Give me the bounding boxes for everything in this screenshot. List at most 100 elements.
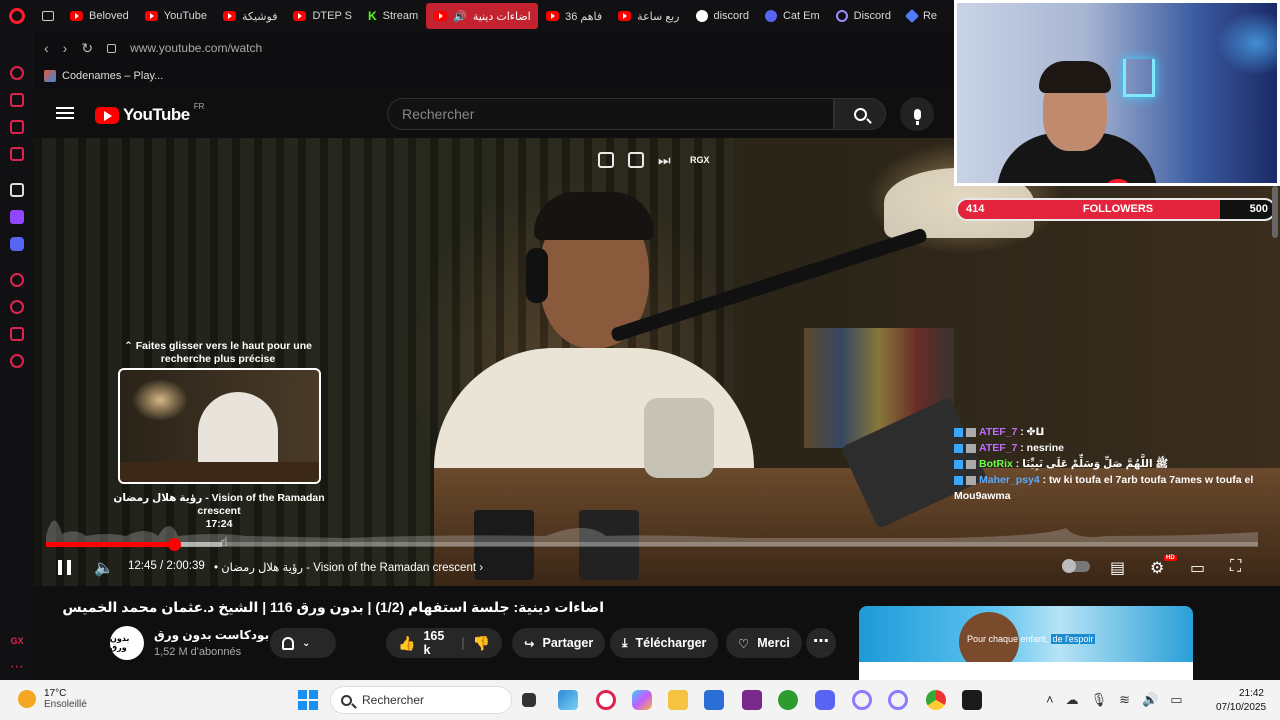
tab-workspace[interactable] <box>34 3 62 29</box>
twitch-icon[interactable] <box>10 210 24 224</box>
windows-start-icon[interactable] <box>298 690 318 710</box>
popout-icon[interactable] <box>598 152 614 168</box>
tab-dtep[interactable]: DTEP S <box>285 3 360 29</box>
followers-label: FOLLOWERS <box>1082 203 1154 215</box>
rgx-button[interactable]: RGX <box>690 155 710 165</box>
chapter-button[interactable]: • رؤية هلال رمضان - Vision of the Ramada… <box>214 560 483 574</box>
played-bar <box>46 542 175 547</box>
like-button[interactable]: 👍 165 k | 👎 <box>386 628 502 658</box>
youtube-logo[interactable]: YouTube FR <box>95 102 204 125</box>
theater-mode-icon[interactable]: ▭ <box>1190 558 1205 578</box>
tab-beloved[interactable]: Beloved <box>62 3 137 29</box>
download-button[interactable]: ⤓ Télécharger <box>610 628 719 658</box>
pause-button[interactable] <box>58 560 71 575</box>
tab-foushika[interactable]: فوشيكة <box>215 3 285 29</box>
taskbar-clock[interactable]: 21:42 07/10/2025 <box>1216 687 1266 715</box>
tab-fahem[interactable]: فاهم 36 <box>538 3 610 29</box>
reload-icon[interactable]: ↻ <box>81 40 93 57</box>
forward-icon[interactable]: › <box>63 40 68 56</box>
youtube-icon <box>70 11 83 21</box>
terminal-icon[interactable] <box>962 690 982 710</box>
taskbar-search[interactable]: Rechercher <box>330 686 512 714</box>
subscription-bell-button[interactable]: ⌄ <box>270 628 336 658</box>
back-icon[interactable]: ‹ <box>44 40 49 56</box>
cloud-icon[interactable]: ☁ <box>1066 692 1079 708</box>
video-microphone <box>644 398 714 478</box>
tab-discord-search[interactable]: discord <box>688 3 757 29</box>
opera-sidebar: GX ⋯ <box>0 32 34 680</box>
tab-active-video[interactable]: 🔊 اضاءات دينية <box>426 3 539 29</box>
discord-icon[interactable] <box>10 237 24 251</box>
channel-avatar[interactable]: بدون ورق <box>110 626 144 660</box>
page-scrollbar[interactable] <box>1272 186 1278 238</box>
gx-corner-icon[interactable] <box>10 120 24 134</box>
voice-search-button[interactable] <box>900 97 934 131</box>
tab-stream[interactable]: K Stream <box>360 3 426 29</box>
search-input[interactable]: Rechercher <box>387 98 834 130</box>
volume-icon[interactable]: 🔈 <box>94 558 114 578</box>
opera-icon <box>835 10 848 22</box>
opera-taskbar-icon[interactable] <box>888 690 908 710</box>
store-icon[interactable] <box>704 690 724 710</box>
bell-icon <box>282 636 294 650</box>
video-info: اضاءات دينية: جلسة استفهام (1/2) | بدون … <box>34 586 854 680</box>
extensions-icon[interactable] <box>10 327 24 341</box>
thanks-icon: ♡ <box>738 636 750 651</box>
chrome-icon[interactable] <box>926 690 946 710</box>
sidebar-ad-banner[interactable]: Pour chaque enfant, de l'espoir <box>859 606 1193 680</box>
bookmark-codenames[interactable]: Codenames – Play... <box>62 70 163 82</box>
xbox-icon[interactable] <box>778 690 798 710</box>
opera-gx-taskbar-icon[interactable] <box>596 690 616 710</box>
tab-discord[interactable]: Discord <box>828 3 899 29</box>
chat-message: BotRix : ﷺ اللَّهُمَّ صَلِّ وَسَلِّمْ عَ… <box>954 456 1280 472</box>
settings-icon[interactable] <box>10 354 24 368</box>
chat-message: ATEF_7 : nesrine <box>954 440 1280 456</box>
speaker-icon[interactable]: 🔊 <box>1142 692 1158 708</box>
settings-gear-icon[interactable]: ⚙ <box>1150 558 1164 578</box>
menu-icon[interactable] <box>56 107 74 119</box>
app-icon[interactable] <box>742 690 762 710</box>
youtube-icon <box>618 11 632 21</box>
player-icon[interactable] <box>10 273 24 287</box>
copilot-icon[interactable] <box>632 690 652 710</box>
thumbs-down-icon[interactable]: 👎 <box>473 635 490 652</box>
video-title: اضاءات دينية: جلسة استفهام (1/2) | بدون … <box>62 599 604 615</box>
opera-taskbar-icon[interactable] <box>852 690 872 710</box>
task-view-icon[interactable] <box>522 693 536 707</box>
search-button[interactable] <box>834 98 886 130</box>
tab-re[interactable]: Re <box>899 3 945 29</box>
subscriber-count: 1,52 M d'abonnés <box>154 646 242 658</box>
thanks-button[interactable]: ♡ Merci <box>726 628 802 658</box>
search-icon <box>341 694 352 706</box>
autoplay-toggle[interactable] <box>1062 559 1090 573</box>
tab-youtube[interactable]: YouTube <box>137 3 215 29</box>
gx-control-icon[interactable] <box>10 93 24 107</box>
url-field[interactable]: www.youtube.com/watch <box>130 41 262 55</box>
more-actions-button[interactable]: ⋯ <box>806 628 836 658</box>
channel-name[interactable]: بودكاست بدون ورق <box>154 628 283 642</box>
file-explorer-icon[interactable] <box>668 690 688 710</box>
weather-widget[interactable]: 17°C Ensoleillé <box>18 688 87 710</box>
codenames-icon <box>44 70 56 82</box>
screen: Beloved YouTube فوشيكة DTEP S K Stream 🔊 ا… <box>0 0 1280 720</box>
history-icon[interactable] <box>10 300 24 314</box>
tab-cat-emoji[interactable]: Cat Em <box>757 3 828 29</box>
share-to-icon[interactable] <box>628 152 644 168</box>
seek-hint: ⌃ Faites glisser vers le haut pour une r… <box>124 340 312 365</box>
fullscreen-icon[interactable]: ⛶ <box>1230 558 1241 576</box>
wifi-icon[interactable]: ≋ <box>1119 692 1130 708</box>
opera-menu-button[interactable] <box>0 0 34 32</box>
discord-taskbar-icon[interactable] <box>815 690 835 710</box>
next-track-icon[interactable] <box>658 152 676 168</box>
tab-rob3[interactable]: ربع ساعة <box>610 3 687 29</box>
photos-icon[interactable] <box>558 690 578 710</box>
share-button[interactable]: ↪ Partager <box>512 628 606 658</box>
messenger-icon[interactable] <box>10 147 24 161</box>
chevron-up-icon[interactable]: ˄ <box>1046 692 1054 708</box>
speed-dial-icon[interactable] <box>10 66 24 80</box>
aria-icon[interactable] <box>10 183 24 197</box>
battery-icon[interactable]: ▭ <box>1170 692 1182 708</box>
microphone-icon[interactable]: 🎙 <box>1091 692 1108 708</box>
subtitles-icon[interactable]: ▤ <box>1110 558 1125 578</box>
more-icon[interactable]: ⋯ <box>10 658 24 675</box>
